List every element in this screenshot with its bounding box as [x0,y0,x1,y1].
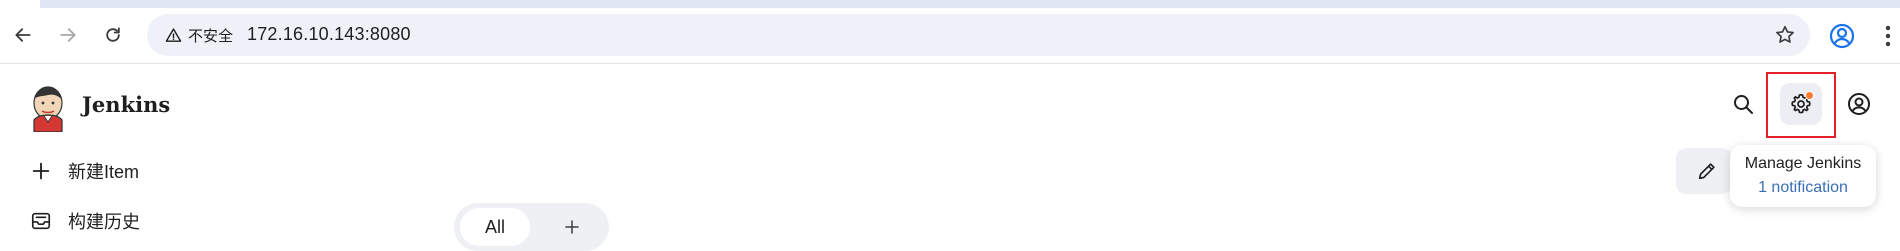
sidebar-item-new-item[interactable]: 新建Item [30,157,139,185]
tooltip-title: Manage Jenkins [1744,155,1862,172]
user-circle-icon [1848,93,1870,115]
kebab-menu-icon[interactable] [1880,22,1896,50]
back-arrow-icon [15,28,31,42]
manage-jenkins-highlight [1766,72,1836,138]
star-icon[interactable] [1774,24,1796,46]
reload-icon [106,27,120,42]
security-label: 不安全 [188,27,234,45]
profile-icon[interactable] [1828,22,1856,50]
sidebar-item-label: 新建Item [68,162,140,182]
jenkins-header: Jenkins [0,64,1900,144]
user-account-button[interactable] [1838,83,1880,125]
site-info-chip[interactable]: 不安全 [157,22,241,48]
plus-icon [565,220,579,234]
tooltip-notification-count[interactable]: 1 notification [1730,179,1876,197]
browser-toolbar: 不安全 172.16.10.143:8080 [0,8,1900,64]
tab-edge [0,0,40,8]
reload-button[interactable] [98,20,128,50]
search-button[interactable] [1722,83,1764,125]
edit-description-button[interactable] [1676,148,1732,194]
address-bar[interactable]: 不安全 172.16.10.143:8080 [147,14,1810,56]
brand-title[interactable]: Jenkins [82,92,170,117]
back-button[interactable] [8,20,38,50]
sidebar-item-label: 构建历史 [68,212,140,232]
forward-arrow-icon [60,28,76,42]
view-tabs: All [454,203,609,251]
manage-jenkins-tooltip: Manage Jenkins 1 notification [1730,145,1876,207]
search-icon [1734,95,1753,114]
url-text[interactable]: 172.16.10.143:8080 [247,24,411,45]
warning-triangle-icon [165,27,182,42]
sidebar-item-build-history[interactable]: 构建历史 [30,207,140,235]
tab-strip [0,0,1900,8]
inbox-icon [31,212,51,230]
jenkins-logo[interactable] [28,84,68,132]
forward-button[interactable] [53,20,83,50]
plus-icon [32,162,50,180]
add-view-button[interactable] [556,211,588,243]
tab-all[interactable]: All [460,208,530,246]
pencil-icon [1698,163,1715,180]
